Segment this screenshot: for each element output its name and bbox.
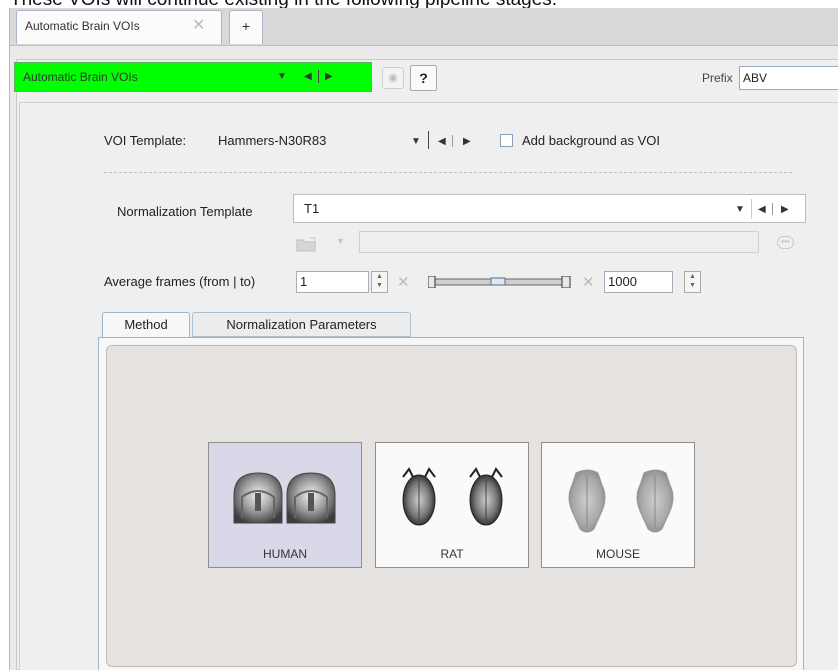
add-background-label: Add background as VOI	[522, 133, 661, 148]
next-stage-icon[interactable]: ▶	[325, 71, 333, 82]
close-icon[interactable]: ✕	[192, 11, 205, 41]
average-frames-label: Average frames (from | to)	[104, 274, 256, 289]
more-icon[interactable]: •••	[777, 236, 794, 249]
range-start-handle	[428, 276, 436, 288]
chevron-down-icon[interactable]: ▼	[336, 236, 345, 246]
species-rat-button[interactable]: RAT	[375, 442, 529, 568]
prefix-input[interactable]: ABV	[739, 66, 838, 90]
frames-from-spinner[interactable]: ▲ ▼	[371, 271, 388, 293]
clear-icon[interactable]: ✕	[397, 273, 410, 291]
rat-brain-icon	[402, 467, 503, 526]
voi-template-label: VOI Template:	[104, 133, 187, 148]
range-end-handle	[561, 276, 571, 288]
species-label: HUMAN	[263, 547, 307, 561]
divider	[104, 172, 792, 173]
separator	[452, 135, 453, 147]
clear-icon[interactable]: ✕	[582, 273, 595, 291]
target-icon: ◉	[388, 72, 398, 84]
species-label: RAT	[440, 547, 464, 561]
help-button[interactable]: ?	[410, 65, 437, 91]
separator	[428, 131, 429, 149]
previous-stage-icon[interactable]: ◀	[304, 71, 312, 82]
frames-to-input[interactable]: 1000	[604, 271, 673, 293]
tab-normalization-parameters[interactable]: Normalization Parameters	[192, 312, 411, 337]
voi-template-value[interactable]: Hammers-N30R83	[218, 133, 326, 148]
range-center-handle	[490, 277, 506, 286]
separator	[751, 199, 752, 219]
frames-from-input[interactable]: 1	[296, 271, 369, 293]
species-human-button[interactable]: HUMAN	[208, 442, 362, 568]
previous-icon[interactable]: ◀	[758, 204, 766, 215]
stage-selector[interactable]: Automatic Brain VOIs ▼ ◀ ▶	[14, 62, 372, 92]
frame-range-slider[interactable]	[428, 276, 572, 288]
previous-icon[interactable]: ◀	[438, 136, 446, 147]
settings-button[interactable]: ◉	[382, 67, 404, 89]
chevron-down-icon[interactable]: ▼	[277, 71, 287, 82]
species-mouse-button[interactable]: MOUSE	[541, 442, 695, 568]
next-icon[interactable]: ▶	[781, 204, 789, 215]
next-icon[interactable]: ▶	[463, 136, 471, 147]
tab-strip: Automatic Brain VOIs ✕ +	[10, 8, 838, 46]
human-brain-icon	[233, 472, 336, 524]
separator	[318, 70, 319, 83]
normalization-template-value: T1	[304, 201, 320, 216]
template-path-input	[359, 231, 759, 253]
chevron-down-icon[interactable]: ▼	[411, 136, 421, 147]
tab-automatic-brain-vois[interactable]: Automatic Brain VOIs ✕	[16, 10, 222, 44]
add-tab-button[interactable]: +	[229, 10, 263, 44]
prefix-label: Prefix	[702, 71, 733, 85]
normalization-template-select[interactable]: T1 ▼ ◀ ▶	[293, 194, 806, 223]
add-background-checkbox[interactable]	[500, 134, 513, 147]
mouse-brain-icon	[568, 469, 674, 533]
folder-icon[interactable]	[296, 236, 318, 252]
tab-method[interactable]: Method	[102, 312, 190, 338]
chevron-down-icon[interactable]: ▼	[735, 204, 745, 215]
normalization-template-label: Normalization Template	[117, 204, 253, 219]
frames-to-spinner[interactable]: ▲ ▼	[684, 271, 701, 293]
species-label: MOUSE	[595, 547, 640, 561]
separator	[772, 203, 773, 215]
tab-label: Automatic Brain VOIs	[25, 19, 140, 33]
stage-name: Automatic Brain VOIs	[23, 70, 138, 84]
